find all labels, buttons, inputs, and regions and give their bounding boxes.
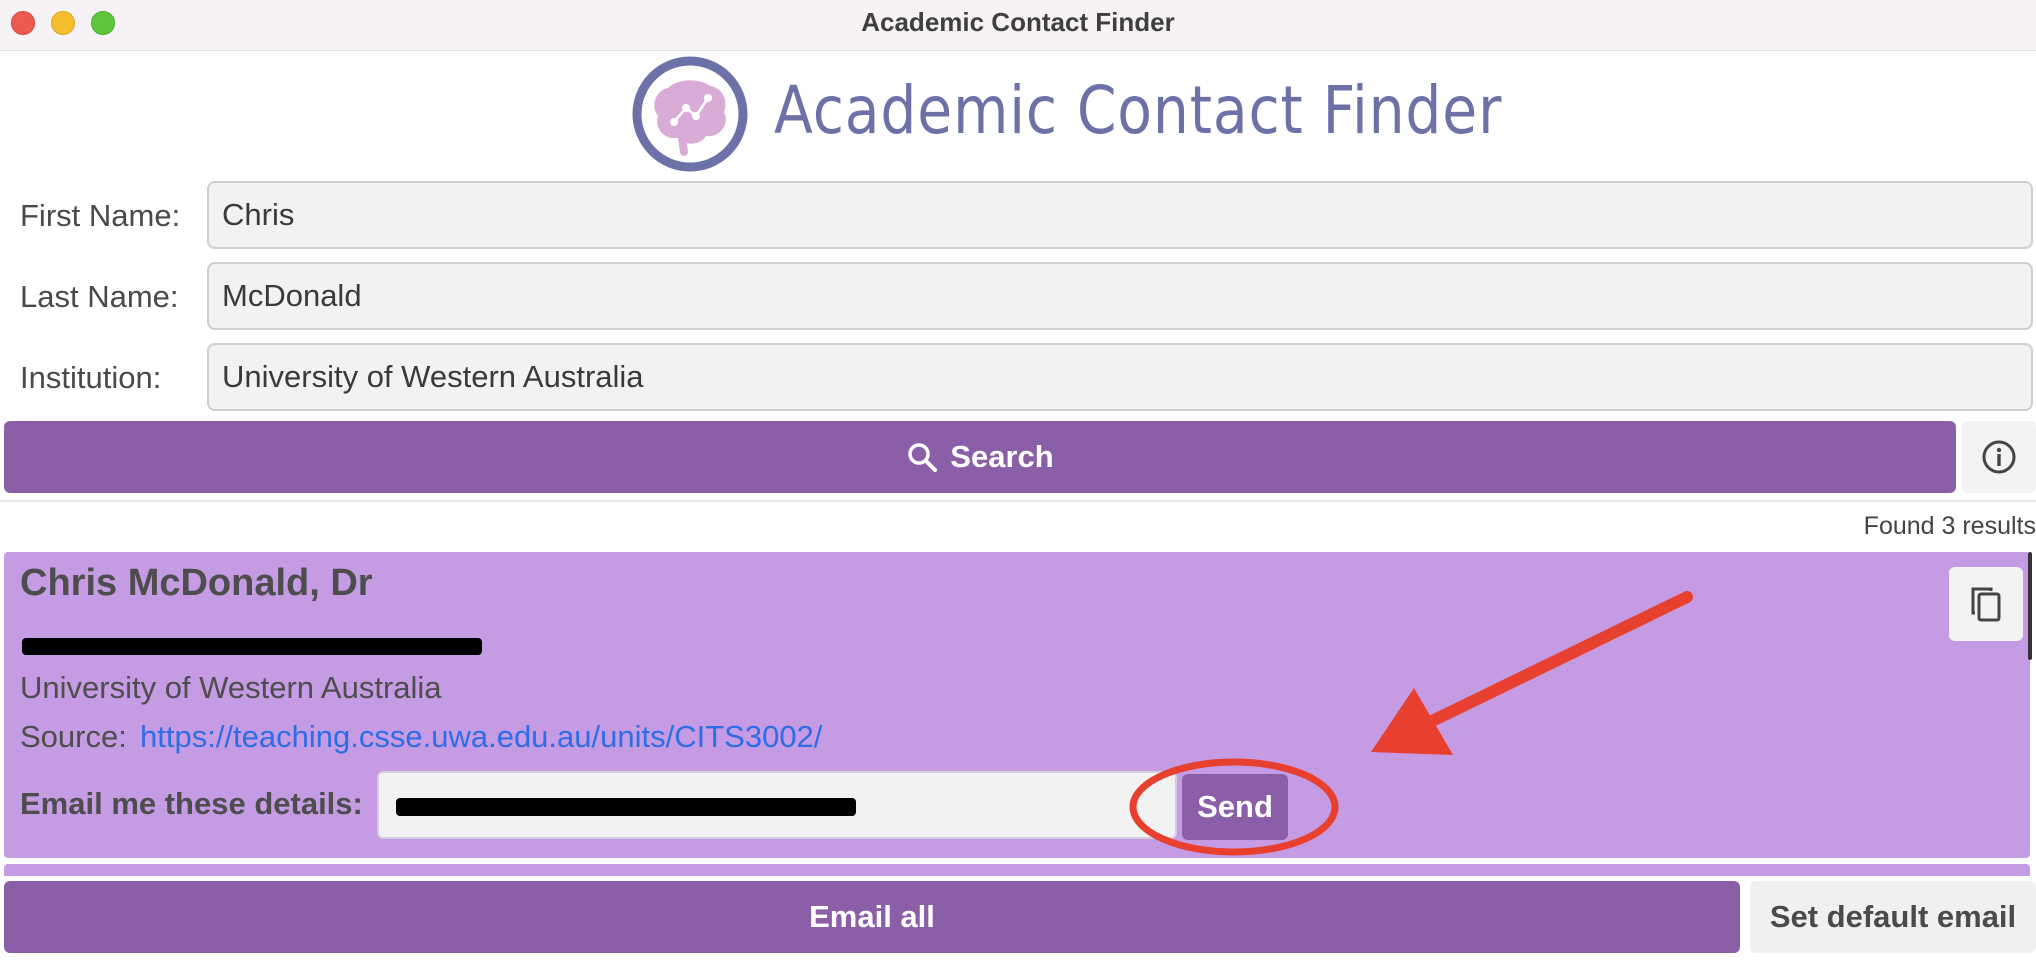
redacted-recipient-email xyxy=(396,798,856,816)
set-default-email-button[interactable]: Set default email xyxy=(1750,881,2036,953)
copy-icon xyxy=(1971,587,2001,622)
send-button[interactable]: Send xyxy=(1182,774,1288,840)
contact-name: Chris McDonald, Dr xyxy=(20,562,373,604)
copy-button[interactable] xyxy=(1949,567,2023,641)
search-button-label: Search xyxy=(950,439,1054,474)
source-link[interactable]: https://teaching.csse.uwa.edu.au/units/C… xyxy=(140,719,822,755)
window-title: Academic Contact Finder xyxy=(861,7,1175,37)
institution-field[interactable]: University of Western Australia xyxy=(207,343,2033,411)
results-scrollbar[interactable] xyxy=(2028,552,2032,660)
contact-institution: University of Western Australia xyxy=(20,670,442,705)
search-icon xyxy=(908,443,938,472)
info-icon xyxy=(1982,440,2016,474)
result-card: Chris McDonald, Dr University of Western… xyxy=(4,552,2030,858)
info-button[interactable] xyxy=(1962,421,2036,493)
first-name-label: First Name: xyxy=(20,198,181,233)
logo-text: Academic Contact Finder xyxy=(774,72,1503,149)
brain-icon xyxy=(632,56,748,172)
divider xyxy=(0,500,2036,502)
institution-label: Institution: xyxy=(20,360,162,395)
next-result-card xyxy=(4,864,2030,876)
title-bar: Academic Contact Finder xyxy=(0,0,2036,51)
source-label: Source: xyxy=(20,719,127,754)
first-name-field[interactable]: Chris xyxy=(207,181,2033,249)
last-name-label: Last Name: xyxy=(20,279,179,314)
last-name-field[interactable]: McDonald xyxy=(207,262,2033,330)
email-all-button[interactable]: Email all xyxy=(4,881,1740,953)
redacted-email xyxy=(22,638,482,655)
email-me-label: Email me these details: xyxy=(20,786,363,821)
search-button[interactable]: Search xyxy=(4,421,1956,493)
results-count: Found 3 results xyxy=(1863,512,2036,540)
